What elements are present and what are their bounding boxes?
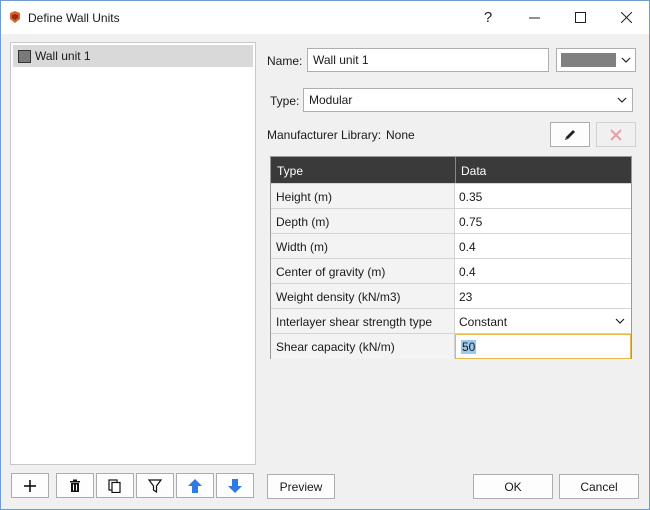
filter-icon [148,478,162,493]
color-dropdown[interactable] [556,48,636,72]
close-icon [620,12,632,23]
properties-table: Type Data Height (m) 0.35 Depth (m) 0.75… [270,156,632,359]
preview-button[interactable]: Preview [267,474,335,499]
maximize-icon [574,12,586,23]
row-value[interactable]: 23 [455,284,631,309]
row-value[interactable]: 0.75 [455,209,631,234]
move-down-icon [228,478,242,493]
chevron-down-icon [617,97,627,103]
cancel-button[interactable]: Cancel [559,474,639,499]
filter-button[interactable] [136,473,174,498]
row-label: Height (m) [271,184,455,209]
add-button[interactable] [11,473,49,498]
row-value[interactable]: 0.4 [455,234,631,259]
close-icon [610,128,622,141]
manufacturer-library-value: None [386,128,415,142]
list-item[interactable]: Wall unit 1 [13,45,253,67]
table-header: Type Data [271,157,631,183]
chevron-down-icon [615,318,625,324]
name-input[interactable]: Wall unit 1 [307,48,549,72]
shear-type-select[interactable]: Constant [455,309,631,334]
color-swatch [18,50,31,63]
row-label: Shear capacity (kN/m) [271,334,455,359]
shear-capacity-input[interactable]: 50 [455,334,631,359]
list-item-label: Wall unit 1 [35,49,91,63]
help-button[interactable]: ? [465,1,511,34]
add-icon [24,479,36,492]
delete-icon [70,479,80,492]
row-value: Constant [459,315,508,329]
color-swatch [561,53,616,67]
row-label: Weight density (kN/m3) [271,284,455,309]
name-label: Name: [267,54,303,68]
row-value[interactable]: 0.4 [455,259,631,284]
selected-text: 50 [461,340,477,354]
column-header-type: Type [277,164,304,178]
type-select-value: Modular [309,93,353,107]
row-label: Center of gravity (m) [271,259,455,284]
copy-button[interactable] [96,473,134,498]
move-up-button[interactable] [176,473,214,498]
ok-button[interactable]: OK [473,474,553,499]
row-label: Interlayer shear strength type [271,309,455,334]
table-row[interactable]: Width (m) 0.4 [271,233,631,259]
minimize-icon [528,17,540,19]
row-label: Depth (m) [271,209,455,234]
row-label: Width (m) [271,234,455,259]
table-row[interactable]: Weight density (kN/m3) 23 [271,283,631,309]
type-select[interactable]: Modular [303,88,633,112]
table-row[interactable]: Depth (m) 0.75 [271,208,631,234]
row-value[interactable]: 0.35 [455,184,631,209]
title-bar: Define Wall Units ? [1,1,649,34]
delete-button[interactable] [56,473,94,498]
table-row[interactable]: Center of gravity (m) 0.4 [271,258,631,284]
move-down-button[interactable] [216,473,254,498]
pencil-icon [565,129,575,140]
maximize-button[interactable] [557,1,603,34]
minimize-button[interactable] [511,1,557,34]
define-wall-units-dialog: Define Wall Units ? Wall unit 1 Name: Wa… [0,0,650,510]
edit-library-button[interactable] [550,122,590,147]
table-row[interactable]: Shear capacity (kN/m) 50 [271,333,631,359]
type-label: Type: [270,94,300,108]
app-icon [10,11,20,23]
chevron-down-icon [621,57,631,63]
move-up-icon [188,478,202,493]
column-header-data: Data [461,164,487,178]
manufacturer-library-label: Manufacturer Library: [267,128,382,142]
help-icon: ? [483,9,493,26]
window-title: Define Wall Units [28,11,120,25]
table-row[interactable]: Height (m) 0.35 [271,183,631,209]
table-row[interactable]: Interlayer shear strength type Constant [271,308,631,334]
clear-library-button[interactable] [596,122,636,147]
close-button[interactable] [603,1,649,34]
copy-icon [108,478,121,493]
wall-unit-list[interactable]: Wall unit 1 [10,42,256,465]
